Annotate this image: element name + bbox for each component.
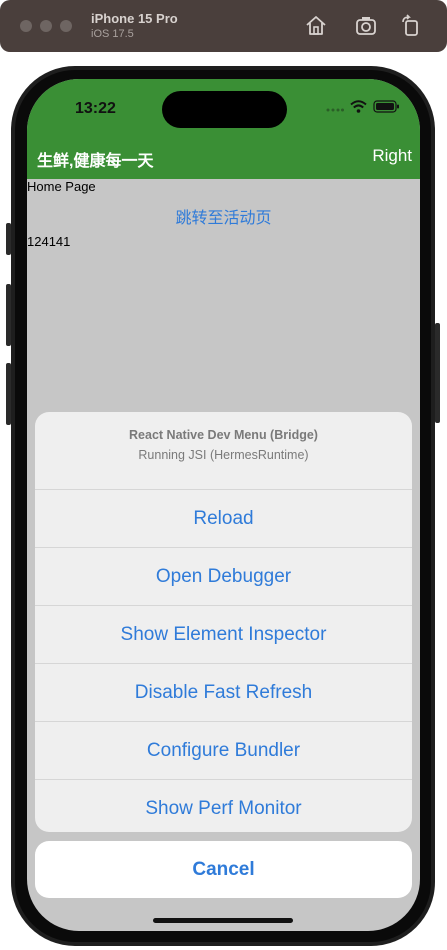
show-element-inspector-button[interactable]: Show Element Inspector [35, 606, 412, 664]
simulator-device-name: iPhone 15 Pro [91, 11, 178, 26]
volume-down-button [6, 363, 11, 425]
dynamic-island [162, 91, 287, 128]
power-button [435, 323, 440, 423]
wifi-icon [350, 100, 367, 118]
app-header: 13:22 生鲜,健康每一天 Right [27, 79, 420, 179]
open-debugger-button[interactable]: Open Debugger [35, 548, 412, 606]
zoom-window-button[interactable] [60, 20, 72, 32]
device-screen: 13:22 生鲜,健康每一天 Right Home Page 跳转至活动页 12… [27, 79, 420, 931]
minimize-window-button[interactable] [40, 20, 52, 32]
reload-button[interactable]: Reload [35, 490, 412, 548]
dev-menu-sheet: React Native Dev Menu (Bridge) Running J… [35, 412, 412, 832]
simulator-toolbar: iPhone 15 Pro iOS 17.5 [0, 0, 447, 52]
simulator-os-version: iOS 17.5 [91, 28, 134, 40]
dev-menu-title: React Native Dev Menu (Bridge) [129, 428, 318, 442]
battery-icon [373, 100, 400, 118]
show-perf-monitor-button[interactable]: Show Perf Monitor [35, 780, 412, 832]
nav-title: 生鲜,健康每一天 [37, 153, 154, 170]
dev-menu-header: React Native Dev Menu (Bridge) Running J… [35, 412, 412, 490]
signal-dots-icon [326, 100, 344, 118]
action-button [6, 223, 11, 255]
close-window-button[interactable] [20, 20, 32, 32]
volume-up-button [6, 284, 11, 346]
configure-bundler-button[interactable]: Configure Bundler [35, 722, 412, 780]
status-icons [326, 100, 400, 118]
cancel-button[interactable]: Cancel [35, 841, 412, 898]
nav-right-button[interactable]: Right [372, 146, 412, 166]
disable-fast-refresh-button[interactable]: Disable Fast Refresh [35, 664, 412, 722]
home-indicator [153, 918, 293, 923]
activity-page-link[interactable]: 跳转至活动页 [27, 204, 420, 228]
home-icon[interactable] [303, 13, 329, 39]
rotate-icon[interactable] [398, 13, 424, 39]
dev-menu-subtitle: Running JSI (HermesRuntime) [138, 448, 309, 462]
screenshot-icon[interactable] [353, 13, 379, 39]
status-time: 13:22 [75, 100, 116, 117]
home-page-label: Home Page [27, 179, 96, 194]
number-text: 124141 [27, 234, 71, 249]
